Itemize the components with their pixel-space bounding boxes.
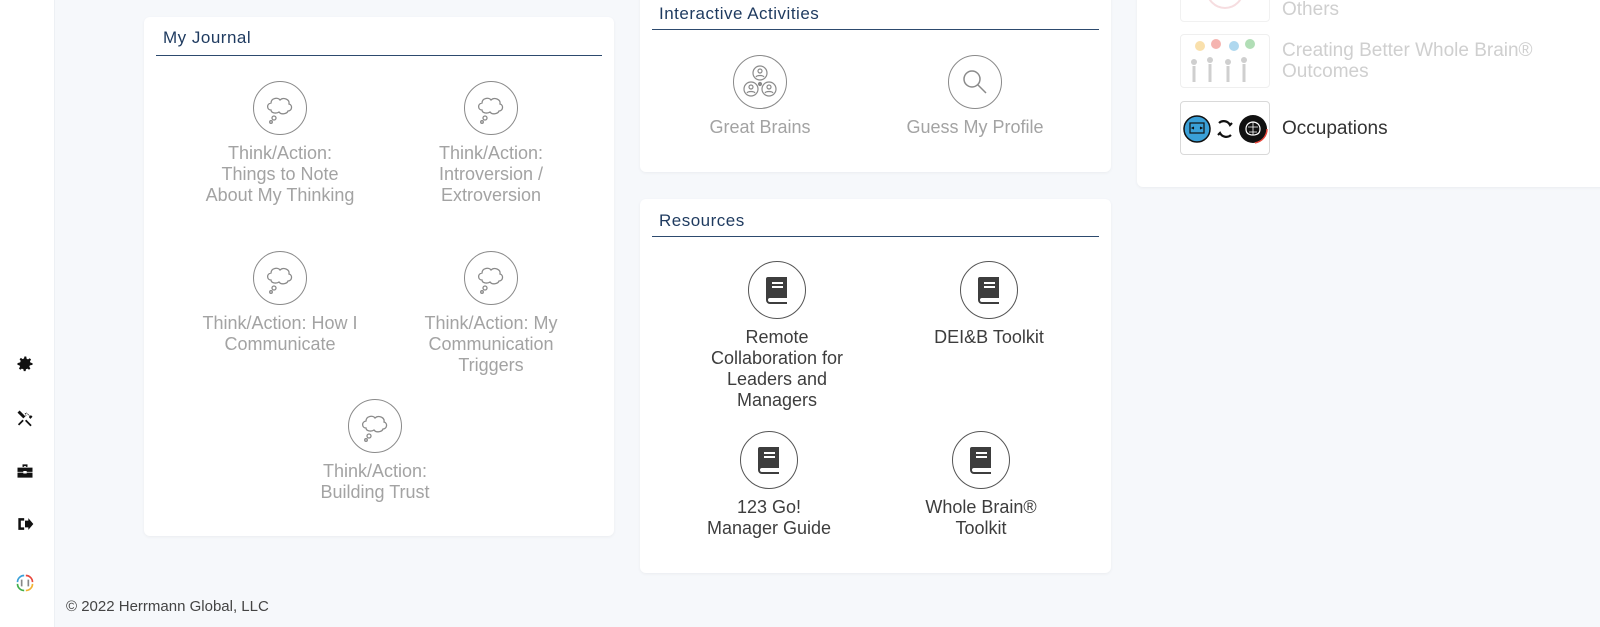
footer-copyright: © 2022 Herrmann Global, LLC (66, 598, 269, 615)
people-balloons-thumbnail (1180, 34, 1270, 88)
sidebar (0, 0, 55, 627)
journal-item-label: Think/Action: My Communication Triggers (424, 313, 558, 375)
resources-divider (652, 236, 1099, 237)
tools-icon[interactable] (14, 407, 36, 429)
resources-title: Resources (659, 211, 745, 230)
thought-bubble-icon (464, 81, 518, 135)
toolbox-icon[interactable] (14, 460, 36, 482)
book-icon (740, 431, 798, 489)
list-item-occupations[interactable]: Occupations (1180, 101, 1388, 155)
journal-item[interactable]: Think/Action: Building Trust (295, 399, 455, 503)
journal-card: My Journal Think/Action: Things to Note … (144, 17, 614, 536)
activities-title: Interactive Activities (659, 4, 820, 23)
resource-deib-toolkit[interactable]: DEI&B Toolkit (904, 261, 1074, 348)
book-icon (960, 261, 1018, 319)
list-item-label: Occupations (1282, 117, 1388, 139)
journal-item-label: Think/Action: Building Trust (320, 461, 430, 502)
resource-label: Remote Collaboration for Leaders and Man… (710, 327, 844, 410)
journal-item[interactable]: Think/Action: Things to Note About My Th… (200, 81, 360, 206)
book-icon (748, 261, 806, 319)
activity-guess-my-profile[interactable]: Guess My Profile (890, 55, 1060, 138)
journal-item[interactable]: Think/Action: Introversion / Extroversio… (411, 81, 571, 206)
activity-label: Guess My Profile (906, 117, 1044, 137)
resource-123-go-manager-guide[interactable]: 123 Go! Manager Guide (689, 431, 849, 539)
list-item-label: Creating Better Whole Brain® Outcomes (1282, 40, 1533, 82)
sign-out-icon[interactable] (14, 513, 36, 535)
journal-title: My Journal (163, 28, 252, 47)
activity-great-brains[interactable]: Great Brains (690, 55, 830, 138)
right-list-card (1137, 0, 1600, 187)
journal-item-label: Think/Action: Introversion / Extroversio… (438, 143, 544, 205)
people-network-icon (733, 55, 787, 109)
list-item-others[interactable]: Others (1180, 0, 1339, 22)
journal-divider (156, 55, 602, 56)
occupations-thumbnail (1180, 101, 1270, 155)
others-thumbnail (1180, 0, 1270, 22)
journal-item-label: Think/Action: How I Communicate (202, 313, 358, 354)
magnifier-icon (948, 55, 1002, 109)
gear-icon[interactable] (14, 353, 36, 375)
activity-label: Great Brains (709, 117, 811, 137)
thought-bubble-icon (348, 399, 402, 453)
journal-item-label: Think/Action: Things to Note About My Th… (205, 143, 355, 205)
journal-item[interactable]: Think/Action: My Communication Triggers (406, 251, 576, 376)
book-icon (952, 431, 1010, 489)
logo-icon (14, 572, 36, 594)
resource-remote-collaboration[interactable]: Remote Collaboration for Leaders and Man… (697, 261, 857, 411)
resource-label: 123 Go! Manager Guide (706, 497, 832, 538)
resource-label: DEI&B Toolkit (934, 327, 1044, 347)
activities-card: Interactive Activities Great Brains Gues… (640, 0, 1111, 172)
list-item-creating-better-outcomes[interactable]: Creating Better Whole Brain® Outcomes (1180, 34, 1552, 88)
thought-bubble-icon (253, 81, 307, 135)
journal-item[interactable]: Think/Action: How I Communicate (200, 251, 360, 355)
list-item-label: Others (1282, 0, 1340, 20)
resource-label: Whole Brain® Toolkit (925, 497, 1037, 538)
resources-card: Resources Remote Collaboration for Leade… (640, 199, 1111, 573)
activities-divider (652, 29, 1099, 30)
resource-whole-brain-toolkit[interactable]: Whole Brain® Toolkit (901, 431, 1061, 539)
thought-bubble-icon (253, 251, 307, 305)
thought-bubble-icon (464, 251, 518, 305)
